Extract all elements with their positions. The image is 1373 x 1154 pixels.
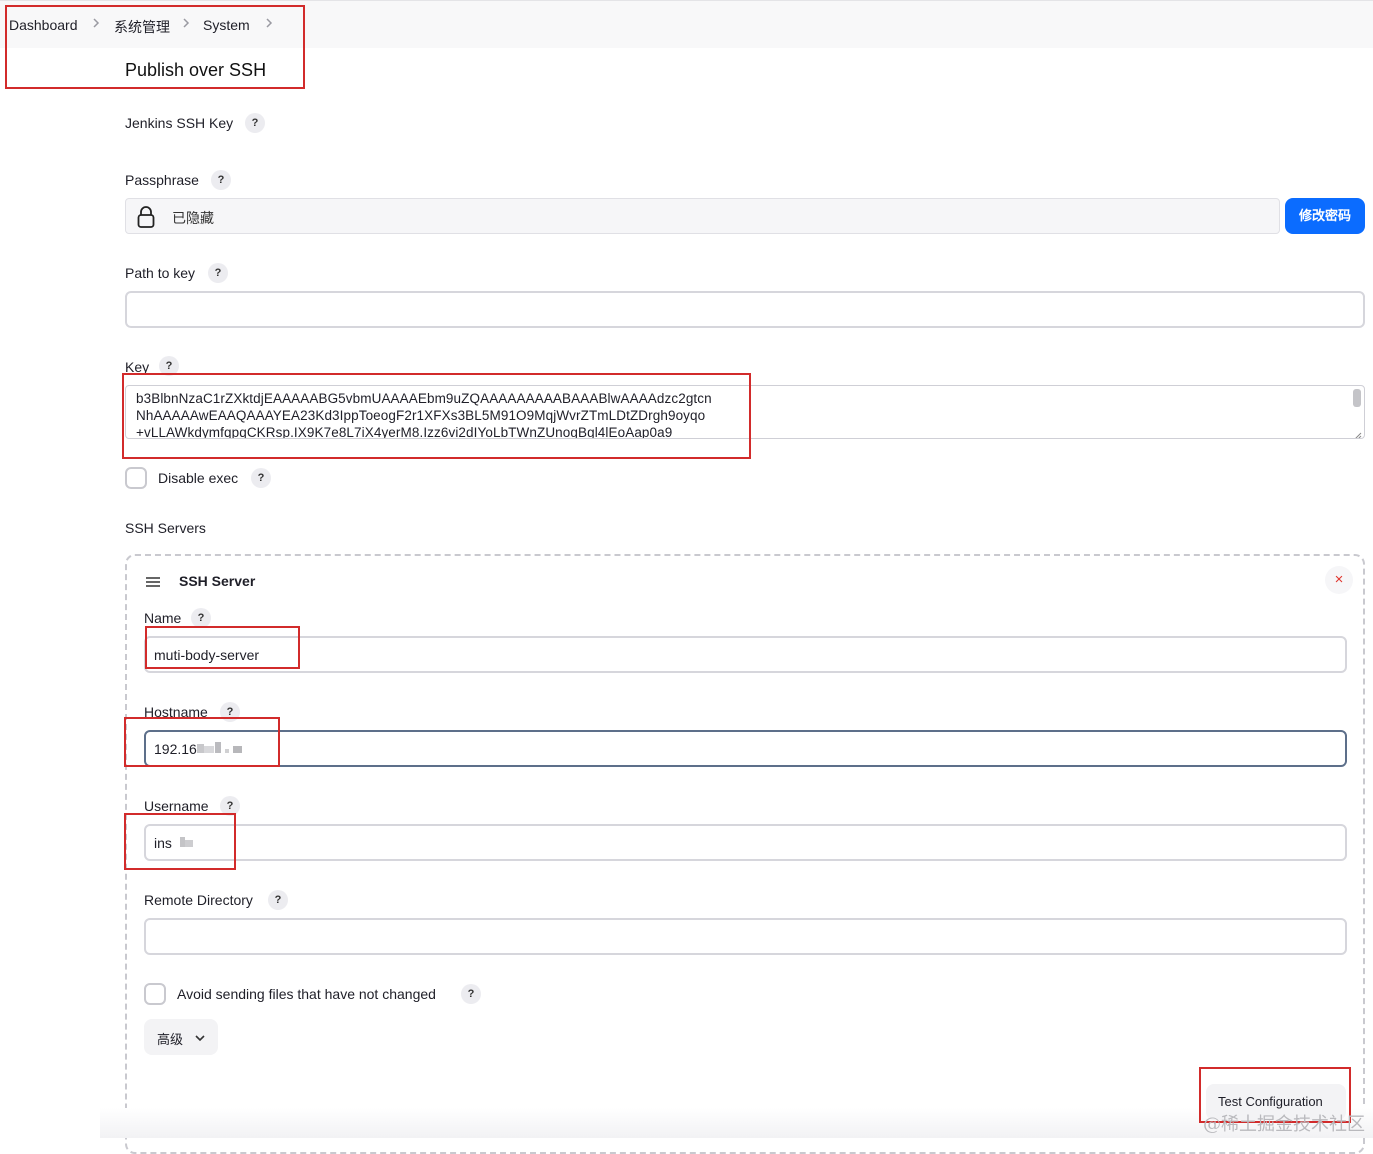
path-to-key-label: Path to key [125,265,196,281]
change-password-button[interactable]: 修改密码 [1285,198,1365,234]
watermark: @稀土掘金技术社区 [1203,1114,1365,1135]
username-input[interactable]: ins [144,824,1347,861]
help-icon[interactable]: ? [220,796,240,816]
scrollbar[interactable] [1353,389,1361,407]
remote-directory-input[interactable] [144,918,1347,955]
key-textarea[interactable]: b3BlbnNzaC1rZXktdjEAAAAABG5vbmUAAAAEbm9u… [125,385,1365,439]
passphrase-label: Passphrase [125,172,199,188]
help-icon[interactable]: ? [208,263,228,283]
passphrase-value: 已隐藏 [172,210,214,226]
help-icon[interactable]: ? [220,702,240,722]
chevron-down-icon [194,1031,206,1043]
breadcrumb-dashboard[interactable]: Dashboard [9,17,78,33]
test-configuration-label: Test Configuration [1218,1094,1323,1109]
lock-icon [136,205,156,229]
avoid-sending-checkbox[interactable] [144,983,166,1005]
help-icon[interactable]: ? [251,468,271,488]
disable-exec-label: Disable exec [158,470,239,486]
breadcrumb-system-management[interactable]: 系统管理 [114,17,170,37]
hostname-value: 192.16 [154,741,197,757]
help-icon[interactable]: ? [268,890,288,910]
help-icon[interactable]: ? [461,984,481,1004]
chevron-right-icon[interactable] [91,15,101,31]
jenkins-ssh-key-label: Jenkins SSH Key [125,115,234,131]
username-label: Username [144,798,209,814]
chevron-right-icon[interactable] [264,15,274,31]
ssh-servers-label: SSH Servers [125,520,206,536]
key-line: +vLLAWkdymfqpqCKRsp.IX9K7e8L7iX4yerM8.Iz… [136,425,673,439]
path-to-key-input[interactable] [125,291,1365,328]
remote-directory-label: Remote Directory [144,892,253,908]
disable-exec-checkbox[interactable] [125,467,147,489]
help-icon[interactable]: ? [245,113,265,133]
server-name-input[interactable]: muti-body-server [144,636,1347,673]
redacted-blur [197,742,242,753]
help-icon[interactable]: ? [159,356,179,376]
advanced-button-label: 高级 [157,1032,184,1047]
breadcrumb-system[interactable]: System [203,17,250,33]
username-value: ins [154,835,172,851]
key-line: b3BlbnNzaC1rZXktdjEAAAAABG5vbmUAAAAEbm9u… [136,391,712,406]
ssh-server-header: SSH Server [179,573,256,589]
help-icon[interactable]: ? [191,608,211,628]
resize-grip-icon[interactable] [1352,427,1362,438]
server-name-label: Name [144,610,182,626]
drag-handle-icon[interactable] [145,575,161,587]
passphrase-field: 已隐藏 [125,198,1280,234]
help-icon[interactable]: ? [211,170,231,190]
footer-fade [100,1108,1373,1138]
chevron-right-icon[interactable] [181,15,191,31]
redacted-blur [180,837,193,847]
key-label: Key [125,359,150,375]
page-title: Publish over SSH [125,60,267,80]
key-line: NhAAAAAwEAAQAAAYEA23Kd3IppToeogF2r1XFXs3… [136,408,706,423]
hostname-input[interactable]: 192.16 [144,730,1347,767]
close-icon[interactable]: × [1325,566,1353,594]
advanced-button[interactable]: 高级 [144,1019,218,1055]
avoid-sending-label: Avoid sending files that have not change… [177,986,436,1002]
hostname-label: Hostname [144,704,208,720]
server-name-value: muti-body-server [154,647,260,663]
